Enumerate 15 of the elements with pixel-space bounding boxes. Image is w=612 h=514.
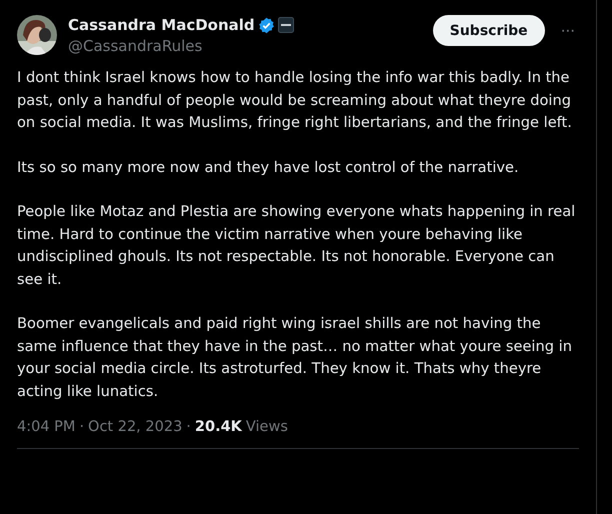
post-paragraph: Its so so many more now and they have lost control of the narrative. (17, 158, 520, 178)
separator: · (79, 419, 84, 435)
post-paragraph: Boomer evangelicals and paid right wing israel shills are not having the same influence that they have in the past… no matter what youre seeing in your social media circle. Its astroturfed. They know it. Thats why theyre acting like lunatics. (17, 314, 573, 402)
author-handle[interactable]: @CassandraRules (68, 37, 433, 55)
post-paragraph: People like Motaz and Plestia are showing everyone whats happening in real time. Hard to continue the victim narrative when youre behaving like undisciplined ghouls. Its not respectable. Its not honorable. Everyone can see it. (17, 202, 576, 290)
subscribe-button[interactable]: Subscribe (432, 15, 545, 46)
author-name[interactable]: Cassandra MacDonald (68, 16, 255, 34)
affiliate-badge-icon (278, 17, 294, 33)
views-count: 20.4K (194, 419, 242, 435)
post-date[interactable]: Oct 22, 2023 (88, 419, 182, 435)
separator: · (186, 419, 191, 435)
views-label: Views (246, 419, 288, 435)
post-time[interactable]: 4:04 PM (17, 419, 76, 435)
post-paragraph: I dont think Israel knows how to handle losing the info war this badly. In the past, only a handful of people would be screaming about what theyre doing on social media. It was Muslims, fringe right libertarians, and the fringe left. (17, 68, 573, 133)
more-button[interactable]: ··· (556, 15, 579, 46)
